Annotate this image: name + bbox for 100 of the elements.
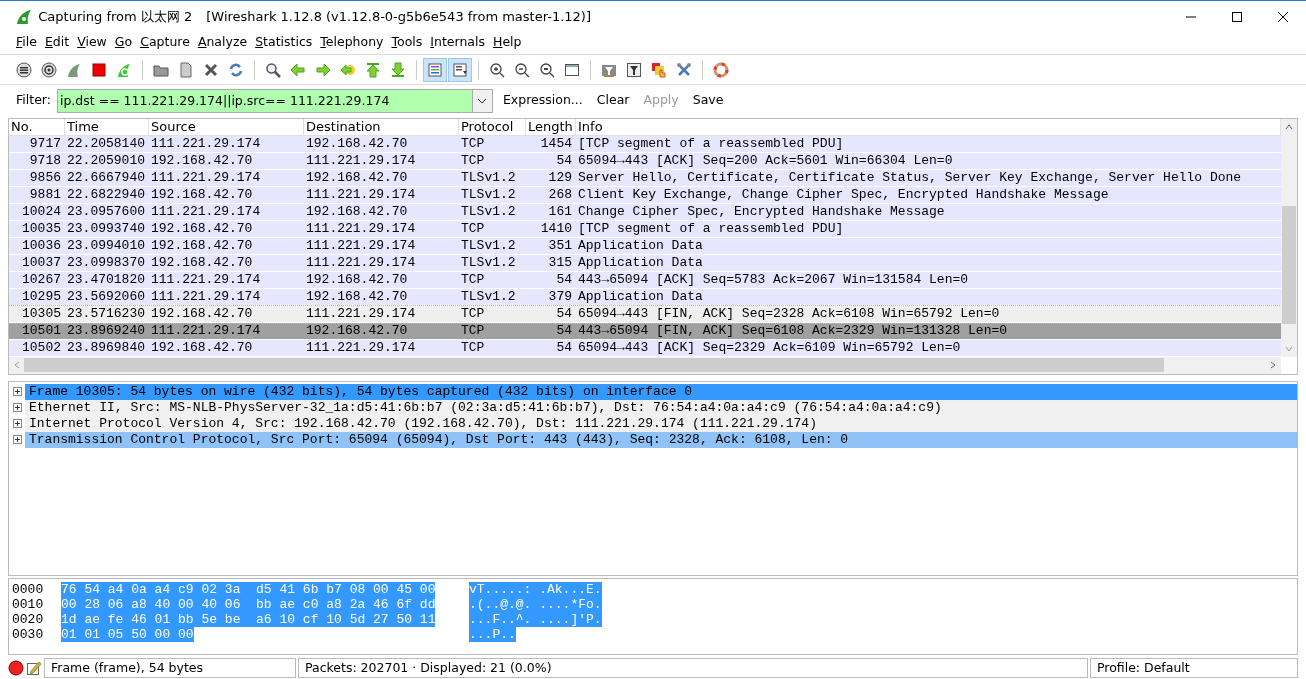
packet-row[interactable]: 10305 23.5716230 192.168.42.70 111.221.29.174 TCP 54 65094→443 [FIN, ACK] Seq=2328 Ack=6108 Win=65792 Len=0 [9, 305, 1281, 323]
wrench-icon [676, 61, 692, 78]
display-filter-icon [626, 61, 642, 78]
close-icon [203, 61, 219, 78]
status-text: Profile: Default [1090, 658, 1298, 679]
stop-icon [91, 61, 107, 78]
column-header[interactable]: Length [526, 118, 576, 135]
menu-item[interactable]: Analyze [193, 33, 252, 53]
menu-item[interactable]: Tools [387, 33, 427, 53]
table-cell-text: TCP [460, 271, 486, 288]
table-cell-text: 192.168.42.70 [305, 271, 409, 288]
table-cell-text: 1454 [539, 135, 573, 152]
vertical-scrollbar[interactable] [1281, 118, 1297, 357]
table-cell-text: [TCP segment of a reassembled PDU] [577, 135, 845, 152]
dropdown-icon[interactable] [477, 97, 488, 104]
table-cell-text: 1410 [539, 220, 573, 237]
table-cell-text: 23.8969240 [66, 322, 146, 339]
table-cell-text: 161 [547, 203, 573, 220]
byte-offset: 0020 [11, 612, 45, 628]
table-cell-text: 129 [547, 169, 573, 186]
expand-icon[interactable] [13, 419, 22, 429]
shark-fin-icon [66, 61, 82, 78]
table-cell-text: 315 [547, 254, 573, 271]
filter-action-button[interactable]: Clear [592, 91, 634, 110]
filter-label: Filter: [16, 91, 51, 110]
zoom-reset-icon [539, 61, 555, 78]
table-cell-text: [TCP segment of a reassembled PDU] [577, 220, 845, 237]
table-cell-text: 9718 [28, 152, 62, 169]
menu-item[interactable]: File [12, 33, 41, 53]
scroll-up-icon[interactable] [1284, 122, 1294, 132]
ascii-bytes: ...P.. [469, 627, 516, 643]
table-cell-text: Application Data [577, 237, 704, 254]
column-header[interactable]: Destination [304, 118, 459, 135]
table-cell-text: 23.5692060 [66, 288, 146, 305]
table-cell-text: 54 [555, 271, 573, 288]
scroll-list-icon [452, 61, 468, 78]
filter-action-button[interactable]: Expression... [498, 91, 587, 110]
reload-icon [228, 61, 244, 78]
menu-item[interactable]: Help [489, 33, 526, 53]
table-cell-text: 9717 [28, 135, 62, 152]
menu-item[interactable]: Internals [426, 33, 489, 53]
table-cell-text: 10501 [21, 322, 62, 339]
menu-item[interactable]: Edit [40, 33, 74, 53]
column-header[interactable]: No. [9, 118, 65, 135]
table-cell-text: 23.0993740 [66, 220, 146, 237]
table-cell-text: TCP [460, 339, 486, 356]
menu-item[interactable]: Capture [136, 33, 194, 53]
table-cell-text: 192.168.42.70 [305, 169, 409, 186]
coloring-rules-icon [651, 61, 667, 78]
table-cell-text: 192.168.42.70 [305, 322, 409, 339]
table-cell-text: 23.0994010 [66, 237, 146, 254]
table-cell-text: 22.6667940 [66, 169, 146, 186]
table-cell-text: Application Data [577, 254, 704, 271]
table-cell-text: Server Hello, Certificate, Certificate Status, Server Key Exchange, Server Hello Done [577, 169, 1243, 186]
edit-icon[interactable] [26, 660, 42, 677]
top-arrow-icon [365, 61, 381, 78]
expand-icon[interactable] [13, 435, 22, 445]
table-cell-text: 192.168.42.70 [150, 152, 254, 169]
filter-action-button[interactable]: Save [688, 91, 728, 110]
table-cell-text: 351 [547, 237, 573, 254]
table-cell-text: TLSv1.2 [460, 254, 517, 271]
table-cell-text: 22.2058140 [66, 135, 146, 152]
column-header[interactable]: Source [149, 118, 304, 135]
byte-offset: 0010 [11, 597, 45, 613]
menu-item[interactable]: Go [110, 33, 137, 53]
table-cell-text: 192.168.42.70 [305, 203, 409, 220]
expand-icon[interactable] [13, 387, 22, 397]
table-cell-text: 111.221.29.174 [150, 288, 262, 305]
status-text: Frame (frame), 54 bytes [44, 658, 296, 679]
ascii-bytes: ...F..^. ....]'P. [469, 612, 602, 628]
menu-item[interactable]: View [73, 33, 111, 53]
expert-info-icon[interactable] [8, 660, 24, 677]
menu-item[interactable]: Statistics [251, 33, 317, 53]
expand-icon[interactable] [13, 403, 22, 413]
table-cell-text: TCP [460, 220, 486, 237]
maximize-icon [1231, 10, 1243, 23]
table-cell-text: 111.221.29.174 [150, 271, 262, 288]
table-cell-text: TLSv1.2 [460, 288, 517, 305]
window-title: Capturing from 以太网 2 [38, 7, 193, 26]
table-cell-text: 10036 [21, 237, 62, 254]
table-cell-text: 10267 [21, 271, 62, 288]
table-cell-text: 111.221.29.174 [305, 152, 417, 169]
table-cell-text: 379 [547, 288, 573, 305]
filter-field[interactable]: ip.dst == 111.221.29.174||ip.src== 111.221.29.174 [56, 88, 493, 113]
menu-item[interactable]: Telephony [316, 33, 388, 53]
table-cell-text: 23.0998370 [66, 254, 146, 271]
table-cell-text: TLSv1.2 [460, 186, 517, 203]
table-cell-text: 443→65094 [FIN, ACK] Seq=6108 Ack=2329 Win=131328 Len=0 [577, 322, 1009, 339]
table-cell-text: 9881 [28, 186, 62, 203]
window-subtitle: [Wireshark 1.12.8 (v1.12.8-0-g5b6e543 from master-1.12)] [206, 7, 591, 26]
table-cell-text: 192.168.42.70 [150, 305, 254, 322]
table-cell-text: 192.168.42.70 [150, 186, 254, 203]
table-cell-text: 443→65094 [ACK] Seq=5783 Ack=2067 Win=131584 Len=0 [577, 271, 970, 288]
tree-item[interactable]: Frame 10305: 54 bytes on wire (432 bits), 54 bytes captured (432 bits) on interface 0 [25, 383, 1297, 400]
column-header[interactable]: Time [65, 118, 149, 135]
column-header[interactable]: Protocol [459, 118, 526, 135]
table-cell-text: 10305 [21, 305, 62, 322]
interface-list-icon [16, 61, 32, 78]
bottom-arrow-icon [390, 61, 406, 78]
toolbar-button[interactable] [448, 57, 472, 82]
